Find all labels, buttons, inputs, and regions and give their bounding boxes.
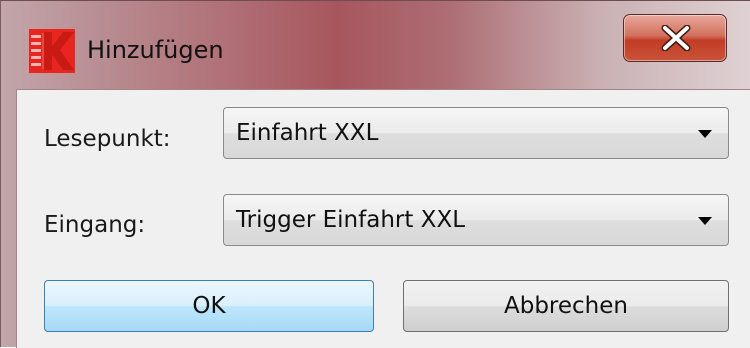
- lesepunkt-value: Einfahrt XXL: [236, 120, 379, 146]
- chevron-down-icon: [698, 217, 712, 225]
- eingang-dropdown[interactable]: Trigger Einfahrt XXL: [223, 194, 729, 246]
- eingang-value: Trigger Einfahrt XXL: [236, 207, 466, 233]
- ok-button[interactable]: OK: [44, 280, 374, 332]
- window-title: Hinzufügen: [87, 36, 224, 64]
- chevron-down-icon: [698, 130, 712, 138]
- lesepunkt-dropdown[interactable]: Einfahrt XXL: [223, 107, 729, 159]
- close-button[interactable]: [623, 14, 727, 62]
- eingang-label: Eingang:: [44, 212, 146, 238]
- lesepunkt-label: Lesepunkt:: [44, 126, 171, 152]
- dialog-content: Lesepunkt: Einfahrt XXL Eingang: Trigger…: [16, 89, 750, 348]
- red-k-logo-icon: [29, 29, 75, 73]
- dialog-window: Hinzufügen Lesepunkt: Einfahrt XXL Einga…: [0, 0, 750, 348]
- cancel-button[interactable]: Abbrechen: [403, 280, 729, 332]
- close-x-icon: [661, 25, 691, 51]
